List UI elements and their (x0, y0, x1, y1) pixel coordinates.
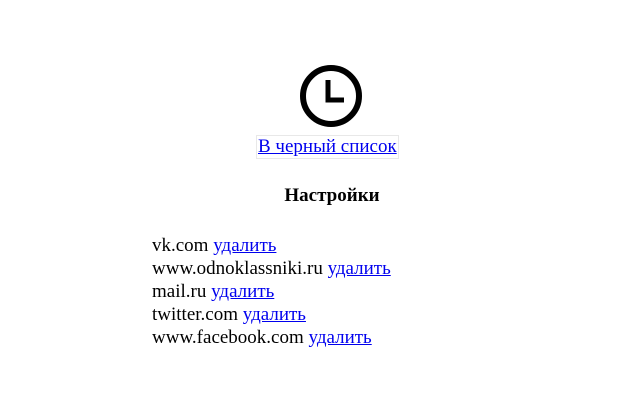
list-item: www.facebook.com удалить (152, 326, 391, 349)
site-list: vk.com удалить www.odnoklassniki.ru удал… (152, 234, 391, 349)
settings-title: Настройки (284, 185, 380, 206)
list-item: mail.ru удалить (152, 280, 391, 303)
delete-link[interactable]: удалить (211, 281, 274, 302)
site-name: twitter.com (152, 304, 239, 325)
site-name: vk.com (152, 235, 209, 256)
list-item: twitter.com удалить (152, 303, 391, 326)
list-item: vk.com удалить (152, 234, 391, 257)
delete-link[interactable]: удалить (328, 258, 391, 279)
clock-icon (298, 63, 364, 129)
site-name: mail.ru (152, 281, 207, 302)
site-name: www.facebook.com (152, 327, 304, 348)
list-item: www.odnoklassniki.ru удалить (152, 257, 391, 280)
delete-link[interactable]: удалить (213, 235, 276, 256)
blacklist-link[interactable]: В черный список (256, 135, 399, 159)
delete-link[interactable]: удалить (243, 304, 306, 325)
delete-link[interactable]: удалить (309, 327, 372, 348)
site-name: www.odnoklassniki.ru (152, 258, 323, 279)
